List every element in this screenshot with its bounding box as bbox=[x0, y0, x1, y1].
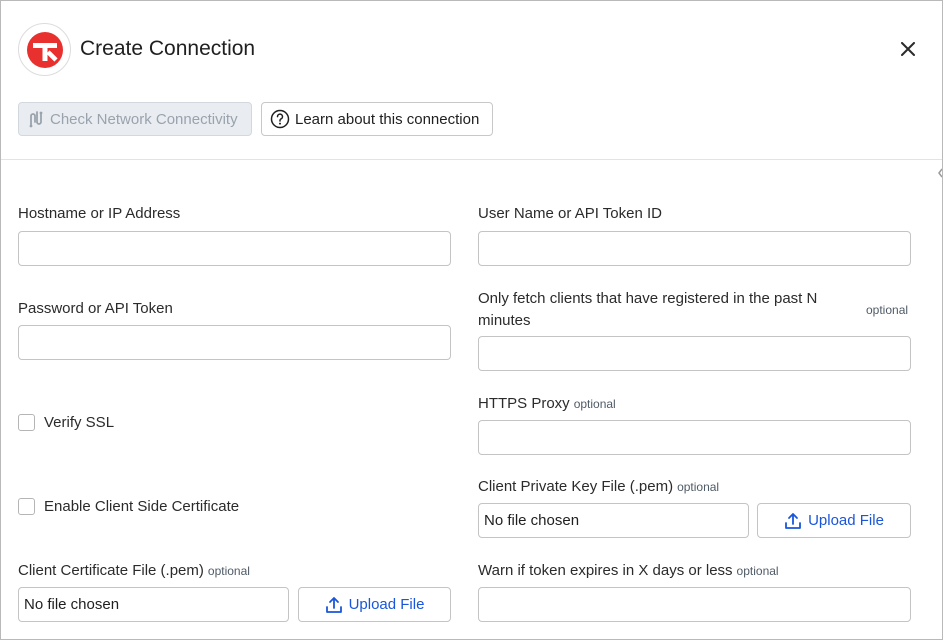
warn-token-expiry-label-text: Warn if token expires in X days or less bbox=[478, 562, 733, 579]
header-divider bbox=[1, 159, 942, 160]
learn-about-label: Learn about this connection bbox=[295, 110, 480, 128]
https-proxy-input[interactable] bbox=[478, 420, 911, 455]
fetch-clients-label: Only fetch clients that have registered … bbox=[478, 288, 848, 332]
https-proxy-label-text: HTTPS Proxy bbox=[478, 395, 570, 412]
username-label: User Name or API Token ID bbox=[478, 205, 662, 222]
close-icon bbox=[901, 42, 915, 56]
upload-icon bbox=[325, 596, 342, 613]
client-certificate-upload-button[interactable]: Upload File bbox=[298, 587, 451, 622]
dialog-title: Create Connection bbox=[80, 37, 256, 60]
client-certificate-file-name: No file chosen bbox=[18, 587, 289, 622]
close-button[interactable] bbox=[897, 38, 919, 60]
client-certificate-optional-tag: optional bbox=[207, 564, 250, 578]
fetch-clients-label-line1: Only fetch clients that have registered … bbox=[478, 290, 818, 307]
client-certificate-upload-label: Upload File bbox=[348, 596, 425, 613]
private-key-upload-button[interactable]: Upload File bbox=[757, 503, 911, 538]
username-input[interactable] bbox=[478, 231, 911, 266]
client-side-certificate-label: Enable Client Side Certificate bbox=[44, 498, 240, 515]
client-side-certificate-checkbox-box[interactable] bbox=[18, 498, 35, 515]
hostname-input[interactable] bbox=[18, 231, 451, 266]
create-connection-dialog: Create Connection Check Network Connecti… bbox=[0, 0, 943, 640]
fetch-clients-optional-tag: optional bbox=[866, 303, 909, 317]
warn-token-expiry-input[interactable] bbox=[478, 587, 911, 622]
private-key-optional-tag: optional bbox=[677, 480, 720, 494]
verify-ssl-label: Verify SSL bbox=[44, 414, 115, 431]
https-proxy-optional-tag: optional bbox=[573, 397, 616, 411]
check-network-connectivity-button[interactable]: Check Network Connectivity bbox=[18, 102, 252, 136]
client-certificate-label: Client Certificate File (.pem) optional bbox=[18, 560, 250, 582]
verify-ssl-checkbox-box[interactable] bbox=[18, 414, 35, 431]
help-circle-icon bbox=[270, 109, 290, 129]
learn-about-connection-button[interactable]: Learn about this connection bbox=[261, 102, 493, 136]
fetch-clients-minutes-input[interactable] bbox=[478, 336, 911, 371]
verify-ssl-checkbox[interactable]: Verify SSL bbox=[18, 414, 114, 431]
warn-token-expiry-optional-tag: optional bbox=[736, 564, 779, 578]
upload-icon bbox=[785, 512, 801, 529]
check-network-label: Check Network Connectivity bbox=[50, 110, 238, 128]
password-input[interactable] bbox=[18, 325, 451, 360]
https-proxy-label: HTTPS Proxy optional bbox=[478, 393, 616, 415]
fetch-clients-label-line2: minutes bbox=[478, 312, 531, 329]
private-key-file-name: No file chosen bbox=[478, 503, 749, 538]
password-label: Password or API Token bbox=[18, 300, 173, 317]
private-key-label-text: Client Private Key File (.pem) bbox=[478, 478, 674, 495]
brand-logo bbox=[18, 23, 71, 76]
network-check-icon bbox=[29, 111, 43, 128]
client-certificate-label-text: Client Certificate File (.pem) bbox=[18, 562, 204, 579]
brand-logo-icon bbox=[26, 31, 63, 68]
private-key-upload-label: Upload File bbox=[808, 512, 884, 529]
enable-client-side-certificate-checkbox[interactable]: Enable Client Side Certificate bbox=[18, 498, 239, 515]
private-key-label: Client Private Key File (.pem) optional bbox=[478, 476, 719, 498]
scrollbar-arrow-icon[interactable] bbox=[937, 166, 943, 180]
hostname-label: Hostname or IP Address bbox=[18, 205, 181, 222]
warn-token-expiry-label: Warn if token expires in X days or less o… bbox=[478, 560, 779, 582]
